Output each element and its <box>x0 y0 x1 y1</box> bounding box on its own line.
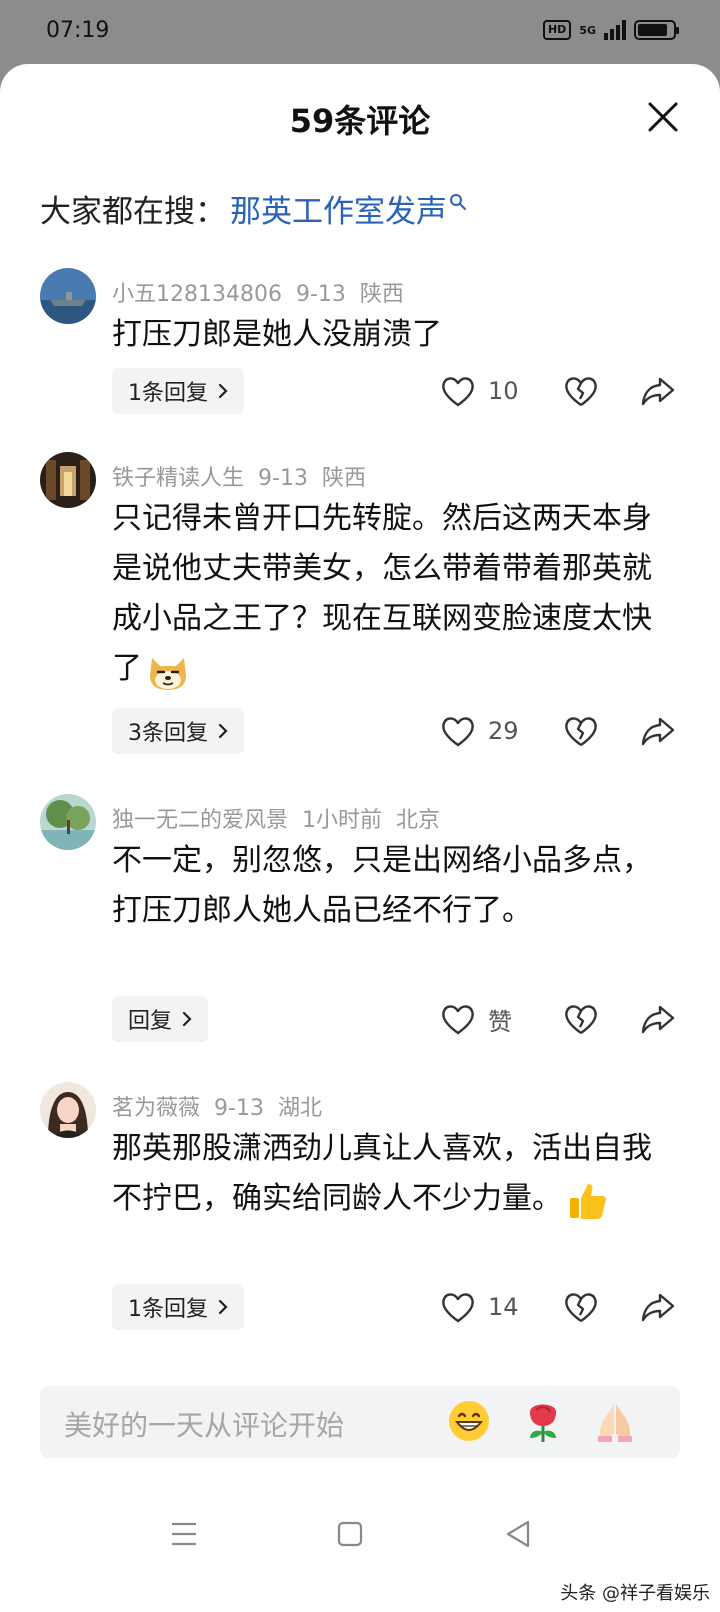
folded-hands-icon[interactable] <box>592 1398 638 1444</box>
comment-meta: 铁子精读人生 9-13 陕西 <box>112 460 380 492</box>
status-icons: HD 5G <box>542 20 679 40</box>
trending-search-prefix: 大家都在搜： <box>40 194 226 230</box>
comment-date: 1小时前 <box>302 808 383 833</box>
view-replies-button[interactable]: 1条回复 <box>112 1284 244 1330</box>
comment-text: 那英那股潇洒劲儿真让人喜欢，活出自我不拧巴，确实给同龄人不少力量。 <box>112 1124 672 1224</box>
battery-icon <box>634 20 679 40</box>
reply-count-label: 1条回复 <box>128 381 208 406</box>
comment-username[interactable]: 茗为薇薇 <box>112 1096 200 1121</box>
like-count: 赞 <box>488 1007 512 1036</box>
comment-username[interactable]: 铁子精读人生 <box>112 466 244 491</box>
reply-label: 回复 <box>128 1009 173 1034</box>
reply-button[interactable]: 回复 <box>112 996 209 1042</box>
chevron-right-icon <box>218 1299 228 1315</box>
comments-sheet: 59条评论 大家都在搜： 那英工作室发声 小五128134806 9-13 陕西 打… <box>0 64 720 1612</box>
like-count: 29 <box>488 717 519 745</box>
like-count: 14 <box>488 1293 519 1321</box>
share-icon[interactable] <box>640 373 676 409</box>
close-icon[interactable] <box>646 100 680 134</box>
comment-text-content: 只记得未曾开口先转腚。然后这两天本身是说他丈夫带美女，怎么带着带着那英就成小品之… <box>112 501 652 686</box>
watermark: 头条 @祥子看娱乐 <box>560 1583 710 1604</box>
comments-title: 59条评论 <box>289 102 431 140</box>
like-count: 10 <box>488 377 519 405</box>
heart-icon <box>442 377 474 407</box>
trending-search[interactable]: 大家都在搜： 那英工作室发声 <box>40 186 467 231</box>
broken-heart-icon[interactable] <box>563 373 599 409</box>
comment-location: 陕西 <box>321 466 366 491</box>
thumbs-up-icon <box>570 1183 606 1219</box>
comment-date: 9-13 <box>295 282 346 307</box>
broken-heart-icon[interactable] <box>563 713 599 749</box>
doge-face-icon <box>150 657 186 690</box>
view-replies-button[interactable]: 3条回复 <box>112 708 244 754</box>
comment-meta: 独一无二的爱风景 1小时前 北京 <box>112 802 454 834</box>
comment-text-content: 不一定，别忽悠，只是出网络小品多点，打压刀郎人她人品已经不行了。 <box>112 843 652 928</box>
comment-input[interactable]: 美好的一天从评论开始 <box>40 1386 680 1458</box>
like-button[interactable]: 14 <box>440 1284 519 1330</box>
avatar[interactable] <box>40 452 96 508</box>
like-button[interactable]: 赞 <box>440 996 512 1042</box>
status-time: 07:19 <box>46 18 110 43</box>
comment-location: 湖北 <box>277 1096 322 1121</box>
status-bar: 07:19 HD 5G <box>0 0 720 64</box>
like-button[interactable]: 10 <box>440 368 519 414</box>
view-replies-button[interactable]: 1条回复 <box>112 368 244 414</box>
grinning-face-icon[interactable] <box>446 1398 492 1444</box>
network-type-label: 5G <box>579 23 596 37</box>
comment-username[interactable]: 独一无二的爱风景 <box>112 808 288 833</box>
chevron-right-icon <box>182 1011 192 1027</box>
comment-input-placeholder: 美好的一天从评论开始 <box>64 1409 345 1442</box>
like-button[interactable]: 29 <box>440 708 519 754</box>
comment-date: 9-13 <box>258 466 308 491</box>
avatar[interactable] <box>40 1082 96 1138</box>
comment-location: 北京 <box>396 808 441 833</box>
comment-text-content: 打压刀郎是她人没崩溃了 <box>112 317 442 352</box>
broken-heart-icon[interactable] <box>563 1001 599 1037</box>
signal-icon <box>604 20 626 40</box>
avatar[interactable] <box>40 794 96 850</box>
comment-username[interactable]: 小五128134806 <box>112 282 282 307</box>
comment-meta: 茗为薇薇 9-13 湖北 <box>112 1090 336 1122</box>
share-icon[interactable] <box>640 1001 676 1037</box>
battery-fill <box>638 24 667 36</box>
heart-icon <box>442 1293 474 1323</box>
chevron-right-icon <box>218 723 228 739</box>
reply-count-label: 1条回复 <box>128 1297 208 1322</box>
rose-icon[interactable] <box>520 1398 566 1444</box>
comment-text: 打压刀郎是她人没崩溃了 <box>112 310 672 360</box>
comment-text: 只记得未曾开口先转腚。然后这两天本身是说他丈夫带美女，怎么带着带着那英就成小品之… <box>112 494 672 694</box>
comment-date: 9-13 <box>214 1096 264 1121</box>
comment-location: 陕西 <box>359 282 404 307</box>
system-nav-bar <box>0 1514 720 1574</box>
share-icon[interactable] <box>640 713 676 749</box>
reply-count-label: 3条回复 <box>128 721 208 746</box>
search-icon <box>450 193 466 210</box>
chevron-right-icon <box>218 383 228 399</box>
comment-meta: 小五128134806 9-13 陕西 <box>112 276 418 308</box>
heart-icon <box>442 1005 474 1035</box>
back-icon[interactable] <box>498 1514 538 1554</box>
share-icon[interactable] <box>640 1289 676 1325</box>
avatar[interactable] <box>40 268 96 324</box>
comment-text: 不一定，别忽悠，只是出网络小品多点，打压刀郎人她人品已经不行了。 <box>112 836 672 936</box>
heart-icon <box>442 717 474 747</box>
hd-icon: HD <box>542 20 572 40</box>
trending-search-link[interactable]: 那英工作室发声 <box>230 186 447 231</box>
broken-heart-icon[interactable] <box>563 1289 599 1325</box>
home-icon[interactable] <box>330 1514 370 1554</box>
menu-icon[interactable] <box>164 1514 204 1554</box>
